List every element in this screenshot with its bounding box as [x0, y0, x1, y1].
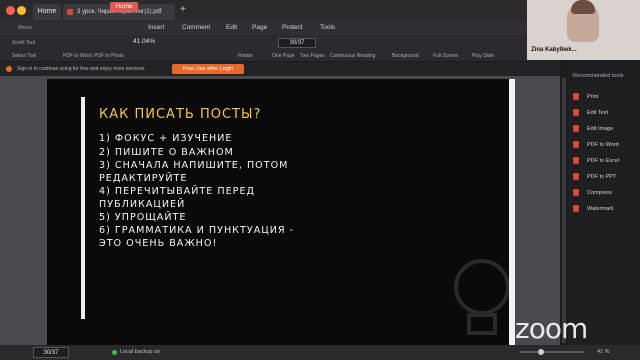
- slide-accent-bar: [81, 97, 85, 319]
- pdf-to-ppt-tool[interactable]: PDF to PPT: [573, 173, 616, 180]
- slide-line: ЭТО ОЧЕНЬ ВАЖНО!: [99, 238, 218, 249]
- compress-icon: [573, 189, 579, 196]
- zoom-logo: zoom: [515, 312, 588, 345]
- notice-text: Sign in to continue using for free and e…: [17, 66, 146, 72]
- pdf-to-photo-button[interactable]: PDF to Photo: [94, 53, 124, 59]
- backup-status: Local backup on: [120, 349, 161, 355]
- menu-comment[interactable]: Comment: [182, 21, 210, 35]
- pdf-file-icon: [67, 9, 73, 15]
- slide-line: ПУБЛИКАЦИЕЙ: [99, 199, 186, 210]
- slide-line: 1) ФОКУС + ИЗУЧЕНИЕ: [99, 133, 233, 144]
- menu-edit[interactable]: Edit: [226, 21, 237, 35]
- panel-title: Recommended tools: [573, 73, 624, 79]
- play-slide-button[interactable]: Play Slide: [472, 53, 494, 59]
- full-screen-button[interactable]: Full Screen: [433, 53, 458, 59]
- print-tool[interactable]: Print: [573, 93, 598, 100]
- menu-insert[interactable]: Insert: [148, 21, 164, 35]
- pdf-to-word-tool[interactable]: PDF to Word: [573, 141, 619, 148]
- zoom-field[interactable]: 41.04%: [133, 38, 181, 48]
- participant-name: Zina Kabylbek...: [531, 47, 577, 53]
- pdf-to-word-label: PDF to Word: [587, 141, 619, 148]
- menu-home[interactable]: Home: [110, 2, 138, 12]
- edit-image-icon: [573, 125, 579, 132]
- menu-main[interactable]: Menu: [18, 21, 32, 35]
- pdf-to-word-button[interactable]: PDF to Word: [63, 53, 92, 59]
- status-zoom: 41 %: [597, 349, 610, 355]
- edit-text-icon: [573, 109, 579, 116]
- slide-edge: [509, 79, 515, 345]
- slide-line: РЕДАКТИРУЙТЕ: [99, 173, 188, 184]
- background-button[interactable]: Background: [392, 53, 419, 59]
- print-icon: [573, 93, 579, 100]
- zoom-slider-handle[interactable]: [538, 349, 544, 355]
- backup-status-icon: [112, 350, 117, 355]
- login-button[interactable]: Free Use after Login: [172, 64, 244, 74]
- rotate-button[interactable]: Rotate: [238, 53, 253, 59]
- status-page-field[interactable]: 30/37: [33, 347, 69, 358]
- menu-page[interactable]: Page: [252, 21, 267, 35]
- select-tool-button[interactable]: Select Tool: [12, 53, 36, 59]
- menu-bar: Menu Insert Comment Edit Page Protect To…: [0, 21, 560, 35]
- edit-text-tool[interactable]: Edit Text: [573, 109, 608, 116]
- edit-image-label: Edit Image: [587, 125, 614, 132]
- scroll-tool-button[interactable]: Scroll Tool: [12, 40, 35, 46]
- word-icon: [573, 141, 579, 148]
- watermark-tool[interactable]: Watermark: [573, 205, 614, 212]
- print-label: Print: [587, 93, 599, 100]
- tab-home[interactable]: Home: [33, 4, 61, 20]
- slide-line: 4) ПЕРЕЧИТЫВАЙТЕ ПЕРЕД: [99, 186, 256, 197]
- slide-title: КАК ПИСАТЬ ПОСТЫ?: [99, 107, 262, 122]
- pdf-to-excel-tool[interactable]: PDF to Excel: [573, 157, 619, 164]
- pdf-to-excel-label: PDF to Excel: [587, 157, 620, 164]
- edit-text-label: Edit Text: [587, 109, 608, 116]
- excel-icon: [573, 157, 579, 164]
- new-tab-icon[interactable]: +: [180, 4, 186, 15]
- watermark-label: Watermark: [587, 205, 614, 212]
- watermark-icon: [573, 205, 579, 212]
- slide-line: 5) УПРОЩАЙТЕ: [99, 212, 187, 223]
- close-window-icon[interactable]: [6, 6, 15, 15]
- menu-protect[interactable]: Protect: [282, 21, 303, 35]
- slide-line: 3) СНАЧАЛА НАПИШИТЕ, ПОТОМ: [99, 160, 289, 171]
- compress-label: Compress: [587, 189, 613, 196]
- zoom-slider[interactable]: [520, 349, 584, 355]
- pdf-to-ppt-label: PDF to PPT: [587, 173, 617, 180]
- lightbulb-icon: [454, 259, 510, 335]
- page-number-input[interactable]: 30/37: [278, 38, 316, 48]
- one-page-button[interactable]: One Page: [272, 53, 295, 59]
- participant-hair: [571, 0, 595, 14]
- ppt-icon: [573, 173, 579, 180]
- edit-image-tool[interactable]: Edit Image: [573, 125, 613, 132]
- recommended-tools-panel: [568, 62, 640, 345]
- menu-tools[interactable]: Tools: [320, 21, 335, 35]
- minimize-window-icon[interactable]: [17, 6, 26, 15]
- info-icon: [6, 66, 12, 72]
- vertical-scrollbar[interactable]: [562, 78, 566, 343]
- continuous-reading-button[interactable]: Continuous Reading: [330, 53, 375, 59]
- two-pages-button[interactable]: Two Pages: [300, 53, 325, 59]
- compress-tool[interactable]: Compress: [573, 189, 612, 196]
- slide-line: 2) ПИШИТЕ О ВАЖНОМ: [99, 147, 234, 158]
- slide-line: 6) ГРАММАТИКА И ПУНКТУАЦИЯ -: [99, 225, 295, 236]
